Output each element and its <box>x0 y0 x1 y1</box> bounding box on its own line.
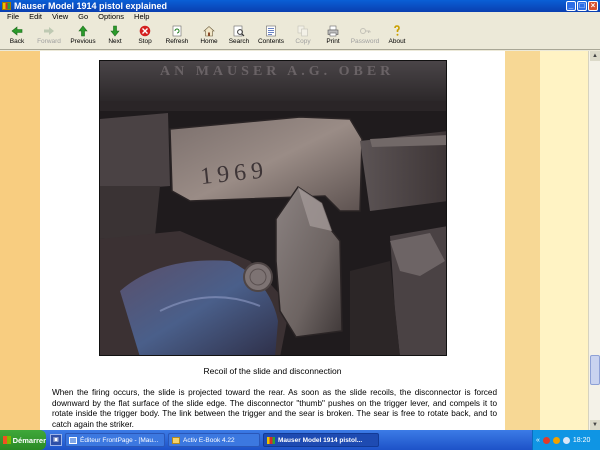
print-icon <box>327 24 340 37</box>
taskbar-item-activ-ebook[interactable]: Activ E-Book 4.22 <box>168 433 260 447</box>
about-button[interactable]: About <box>382 22 412 50</box>
copy-button[interactable]: Copy <box>288 22 318 50</box>
about-icon <box>391 24 404 37</box>
tray-security-icon[interactable] <box>542 436 550 444</box>
home-button[interactable]: Home <box>194 22 224 50</box>
system-tray: « 18:20 <box>532 430 600 450</box>
taskbar: Démarrer ▣ Éditeur FrontPage - [Mau... A… <box>0 430 600 450</box>
quicklaunch-icon[interactable]: ▣ <box>50 434 62 446</box>
forward-button[interactable]: Forward <box>32 22 66 50</box>
ebook-app-icon <box>267 437 275 444</box>
up-arrow-icon <box>77 24 90 37</box>
menu-help[interactable]: Help <box>129 12 154 22</box>
page-body: AN MAUSER A.G. OBER 1969 Recoil of the s… <box>40 51 505 430</box>
taskbar-item-frontpage[interactable]: Éditeur FrontPage - [Mau... <box>65 433 165 447</box>
clock: 18:20 <box>572 436 591 444</box>
taskbar-item-mauser[interactable]: Mauser Model 1914 pistol... <box>263 433 379 447</box>
search-icon <box>233 24 246 37</box>
back-button[interactable]: Back <box>2 22 32 50</box>
copy-icon <box>297 24 310 37</box>
down-arrow-icon <box>109 24 122 37</box>
print-button[interactable]: Print <box>318 22 348 50</box>
close-button[interactable]: × <box>588 1 598 11</box>
stop-button[interactable]: Stop <box>130 22 160 50</box>
scroll-up-arrow-icon[interactable]: ▲ <box>590 51 600 61</box>
forward-arrow-icon <box>43 24 56 37</box>
title-bar: Mauser Model 1914 pistol explained _ □ × <box>0 0 600 12</box>
tray-expand-icon[interactable]: « <box>536 437 540 444</box>
menu-edit[interactable]: Edit <box>24 12 47 22</box>
menu-view[interactable]: View <box>47 12 73 22</box>
start-button[interactable]: Démarrer <box>0 430 46 450</box>
search-button[interactable]: Search <box>224 22 254 50</box>
stop-icon <box>139 24 152 37</box>
right-gutter <box>540 51 588 430</box>
home-icon <box>203 24 216 37</box>
menu-options[interactable]: Options <box>93 12 129 22</box>
ebook-app-icon <box>2 2 11 10</box>
menu-file[interactable]: File <box>2 12 24 22</box>
minimize-button[interactable]: _ <box>566 1 576 11</box>
photo-top-engraving: AN MAUSER A.G. OBER <box>160 64 394 79</box>
right-margin-band <box>505 51 540 430</box>
photo-caption: Recoil of the slide and disconnection <box>203 366 342 376</box>
refresh-icon <box>171 24 184 37</box>
toolbar: Back Forward Previous Next Stop Refresh … <box>0 22 600 50</box>
content-view: AN MAUSER A.G. OBER 1969 Recoil of the s… <box>0 51 600 430</box>
password-icon <box>359 24 372 37</box>
tray-network-icon[interactable] <box>552 436 560 444</box>
tray-volume-icon[interactable] <box>562 436 570 444</box>
maximize-button[interactable]: □ <box>577 1 587 11</box>
next-button[interactable]: Next <box>100 22 130 50</box>
menu-bar: File Edit View Go Options Help <box>0 12 600 22</box>
left-margin-band <box>0 51 40 430</box>
back-arrow-icon <box>11 24 24 37</box>
folder-icon <box>172 437 180 444</box>
menu-go[interactable]: Go <box>73 12 93 22</box>
previous-button[interactable]: Previous <box>66 22 100 50</box>
body-paragraph: When the firing occurs, the slide is pro… <box>52 388 497 429</box>
contents-icon <box>265 24 278 37</box>
password-button[interactable]: Password <box>348 22 382 50</box>
scroll-down-arrow-icon[interactable]: ▼ <box>590 420 600 430</box>
vertical-scrollbar[interactable]: ▲ ▼ <box>588 51 600 430</box>
frontpage-icon <box>69 437 77 444</box>
windows-logo-icon <box>3 436 11 444</box>
window-title: Mauser Model 1914 pistol explained <box>14 1 168 11</box>
refresh-button[interactable]: Refresh <box>160 22 194 50</box>
scroll-thumb[interactable] <box>590 355 600 385</box>
pistol-mechanism-photo: AN MAUSER A.G. OBER 1969 <box>99 60 447 356</box>
contents-button[interactable]: Contents <box>254 22 288 50</box>
